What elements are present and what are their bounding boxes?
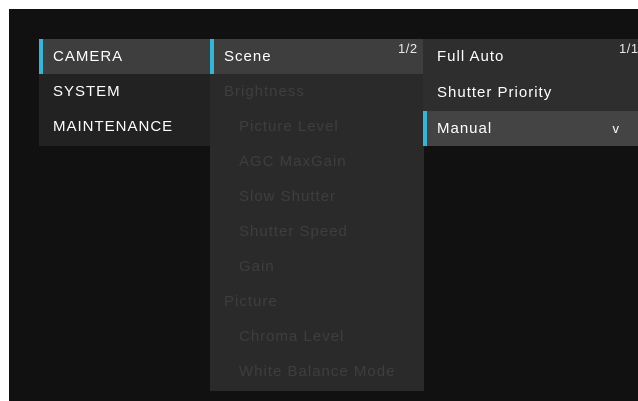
main-menu: CAMERA SYSTEM MAINTENANCE — [39, 39, 215, 146]
page-indicator: 1/2 — [398, 41, 418, 56]
camera-menu-item-label: Brightness — [224, 83, 305, 100]
chevron-down-icon: v — [612, 121, 620, 136]
scene-menu: 1/1 Full Auto Shutter Priority Manual v — [423, 39, 638, 146]
camera-menu-item-slow-shutter: Slow Shutter — [210, 179, 424, 214]
camera-menu-item-white-balance-mode: White Balance Mode — [210, 354, 424, 389]
camera-menu-item-label: Chroma Level — [239, 328, 345, 345]
camera-menu-item-label: Picture — [224, 293, 278, 310]
main-menu-item-camera[interactable]: CAMERA — [39, 39, 215, 74]
camera-menu-item-scene[interactable]: Scene — [210, 39, 424, 74]
camera-menu-item-chroma-level: Chroma Level — [210, 319, 424, 354]
scene-option-label: Manual — [437, 120, 493, 137]
scene-option-full-auto[interactable]: Full Auto — [423, 39, 638, 74]
camera-menu-item-label: AGC MaxGain — [239, 153, 347, 170]
camera-menu-item-label: White Balance Mode — [239, 363, 396, 380]
scene-option-shutter-priority[interactable]: Shutter Priority — [423, 75, 638, 110]
camera-menu-item-brightness: Brightness — [210, 74, 424, 109]
camera-menu-item-picture-level: Picture Level — [210, 109, 424, 144]
main-menu-item-label: MAINTENANCE — [53, 118, 174, 135]
camera-menu-item-label: Slow Shutter — [239, 188, 337, 205]
camera-menu-item-gain: Gain — [210, 249, 424, 284]
scene-option-label: Full Auto — [437, 48, 505, 65]
scene-option-label: Shutter Priority — [437, 84, 553, 101]
selection-indicator — [39, 39, 43, 74]
camera-menu-item-picture: Picture — [210, 284, 424, 319]
scene-option-manual[interactable]: Manual v — [423, 111, 638, 146]
selection-indicator — [210, 39, 214, 74]
camera-menu-item-label: Gain — [239, 258, 275, 275]
camera-menu-item-label: Shutter Speed — [239, 223, 348, 240]
main-menu-item-label: CAMERA — [53, 48, 124, 65]
camera-menu-item-label: Picture Level — [239, 118, 339, 135]
camera-osd-screen: CAMERA SYSTEM MAINTENANCE Scene 1/2 Brig… — [9, 9, 638, 401]
camera-menu-item-label: Scene — [224, 48, 272, 65]
camera-menu: Scene 1/2 Brightness Picture Level AGC M… — [210, 39, 424, 391]
main-menu-item-system[interactable]: SYSTEM — [39, 74, 215, 109]
main-menu-item-label: SYSTEM — [53, 83, 121, 100]
main-menu-item-maintenance[interactable]: MAINTENANCE — [39, 109, 215, 144]
camera-menu-item-agc-maxgain: AGC MaxGain — [210, 144, 424, 179]
selection-indicator — [423, 111, 427, 146]
camera-menu-item-shutter-speed: Shutter Speed — [210, 214, 424, 249]
